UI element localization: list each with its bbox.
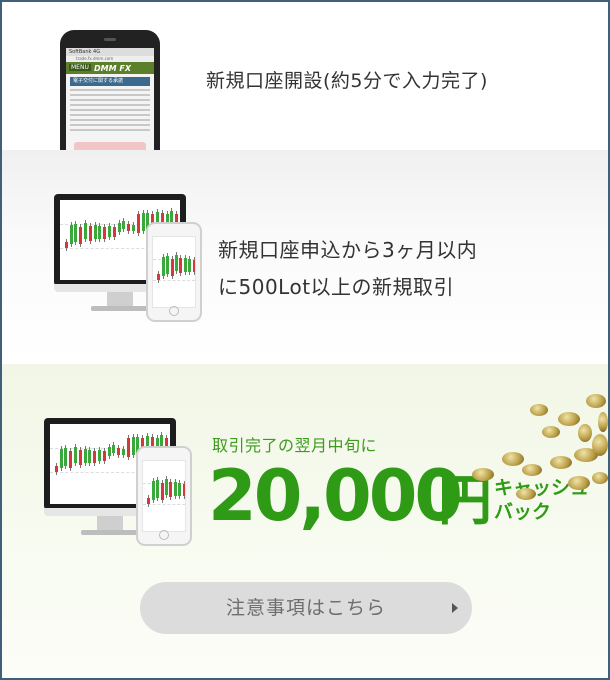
- candle: [83, 449, 87, 464]
- candle: [160, 482, 164, 500]
- coin-icon: [550, 456, 572, 469]
- coin-icon: [592, 472, 608, 484]
- cashback-amount: 20,000: [208, 455, 463, 537]
- coin-icon: [586, 394, 606, 408]
- candle: [93, 225, 97, 240]
- candle: [59, 449, 63, 468]
- smartphone-illustration: SoftBank 4G trade.fx.dmm.com MENU DMM FX…: [60, 30, 160, 152]
- candle: [127, 224, 131, 232]
- campaign-panel: SoftBank 4G trade.fx.dmm.com MENU DMM FX…: [0, 0, 610, 680]
- candle: [156, 479, 160, 498]
- notice-button-label: 注意事項はこちら: [225, 597, 386, 619]
- candle: [117, 223, 121, 233]
- candle: [98, 450, 101, 461]
- candle: [69, 225, 73, 244]
- step-3-lead: 取引完了の翌月中旬に: [212, 436, 378, 455]
- candle: [182, 483, 185, 496]
- coin-icon: [542, 426, 560, 438]
- candle: [88, 450, 92, 464]
- candle: [74, 446, 77, 463]
- candle: [160, 434, 164, 447]
- candle: [54, 466, 58, 472]
- candle: [169, 482, 173, 498]
- candle: [170, 258, 174, 276]
- candle: [175, 255, 178, 272]
- coin-icon: [530, 404, 548, 416]
- step-2-line-1: 新規口座申込から3ヶ月以内: [218, 238, 478, 262]
- candle: [192, 259, 195, 272]
- candle: [151, 481, 155, 501]
- candle: [79, 226, 83, 244]
- step-2-line-2: に500Lot以上の新規取引: [218, 275, 455, 299]
- coin-icon: [568, 476, 590, 490]
- candle: [173, 481, 177, 496]
- candle: [74, 223, 78, 242]
- candle: [69, 450, 73, 468]
- candle: [157, 274, 161, 281]
- notice-button[interactable]: 注意事項はこちら: [140, 582, 472, 634]
- candle: [103, 227, 107, 240]
- candle: [108, 226, 111, 237]
- candle: [132, 225, 135, 232]
- smartphone-chart-illustration: [136, 446, 192, 546]
- smartphone-chart-illustration: [146, 222, 202, 322]
- coin-icon: [592, 434, 608, 456]
- step-2-text: 新規口座申込から3ヶ月以内 に500Lot以上の新規取引: [218, 232, 477, 306]
- candle: [178, 482, 182, 496]
- candle: [141, 212, 145, 231]
- coin-icon: [516, 488, 536, 500]
- candle: [78, 450, 82, 465]
- candle: [64, 242, 68, 248]
- candle: [117, 448, 121, 456]
- candle: [161, 257, 165, 277]
- candle: [93, 451, 97, 464]
- candle: [88, 226, 92, 241]
- candle: [170, 210, 174, 223]
- candle: [112, 227, 116, 237]
- step-3-section: 取引完了の翌月中旬に 20,000 円 キャッシュ バック 注意事項はこちら: [2, 364, 608, 678]
- coin-icon: [578, 424, 592, 442]
- coin-icon: [502, 452, 524, 466]
- candle: [136, 214, 140, 234]
- coin-icon: [472, 468, 494, 481]
- candle: [102, 451, 106, 461]
- coin-icon: [558, 412, 580, 426]
- candle: [165, 479, 168, 496]
- candle: [166, 255, 170, 274]
- chevron-right-icon: [452, 603, 458, 613]
- candle: [84, 222, 87, 239]
- candle: [122, 449, 125, 456]
- dmm-fx-logo: DMM FX: [94, 64, 131, 73]
- candle: [188, 258, 192, 272]
- step-1-section: SoftBank 4G trade.fx.dmm.com MENU DMM FX…: [2, 2, 608, 152]
- step-1-text: 新規口座開設(約5分で入力完了): [206, 70, 488, 92]
- coin-icon: [598, 412, 608, 432]
- candle: [131, 436, 135, 455]
- step-2-section: 新規口座申込から3ヶ月以内 に500Lot以上の新規取引: [2, 150, 608, 364]
- candle: [64, 447, 68, 466]
- candle: [112, 445, 116, 453]
- menu-icon: MENU: [69, 64, 91, 71]
- candle: [122, 221, 126, 229]
- candle: [179, 258, 183, 274]
- candle: [147, 498, 151, 505]
- candle: [126, 438, 130, 458]
- candle: [183, 257, 187, 272]
- candle: [98, 226, 102, 240]
- phone-banner: 電子交付に関する承諾: [70, 77, 150, 86]
- candle: [107, 447, 111, 457]
- coin-icon: [522, 464, 542, 476]
